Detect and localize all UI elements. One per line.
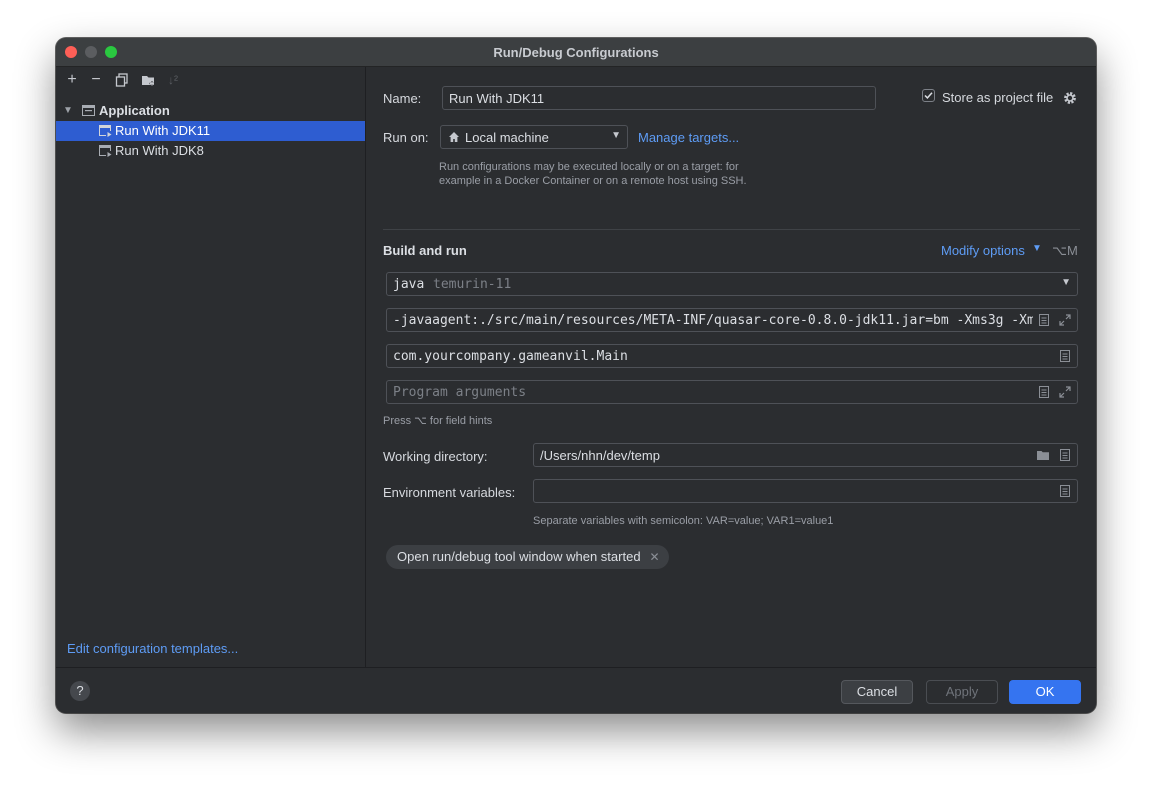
gear-icon[interactable] (1063, 91, 1077, 105)
tree-item-label: Run With JDK11 (115, 123, 211, 138)
close-icon[interactable]: ✕ (649, 545, 659, 569)
jdk-keyword: java (393, 277, 425, 292)
vm-options-value: -javaagent:./src/main/resources/META-INF… (393, 313, 1033, 328)
name-label: Name: (383, 91, 422, 106)
build-and-run-title: Build and run (383, 243, 467, 258)
run-on-note-line2: example in a Docker Container or on a re… (439, 175, 747, 187)
run-on-note-line1: Run configurations may be executed local… (439, 161, 739, 173)
title-bar: Run/Debug Configurations (56, 38, 1096, 67)
run-config-icon (99, 145, 113, 158)
program-arguments-field[interactable]: Program arguments (386, 380, 1078, 404)
open-tool-window-option-chip[interactable]: Open run/debug tool window when started … (386, 545, 669, 569)
chevron-down-icon: ▼ (611, 130, 621, 141)
environment-variables-note: Separate variables with semicolon: VAR=v… (533, 515, 834, 527)
vm-options-field[interactable]: -javaagent:./src/main/resources/META-INF… (386, 308, 1078, 332)
store-as-project-file-label[interactable]: Store as project file (942, 90, 1053, 105)
jdk-select[interactable]: java temurin-11 ▼ (386, 272, 1078, 296)
tree-item-label: Run With JDK8 (115, 143, 204, 158)
tree-group-application[interactable]: ▼ Application (56, 101, 365, 121)
name-field-value: Run With JDK11 (449, 91, 545, 106)
run-config-icon (99, 125, 113, 138)
jdk-value: temurin-11 (433, 277, 512, 292)
sort-icon[interactable]: ↓² (163, 69, 183, 91)
modify-options-link[interactable]: Modify options (941, 243, 1025, 258)
expand-icon[interactable] (1058, 385, 1072, 399)
main-class-field[interactable]: com.yourcompany.gameanvil.Main (386, 344, 1078, 368)
ok-button[interactable]: OK (1009, 680, 1081, 704)
program-arguments-placeholder: Program arguments (393, 385, 527, 400)
home-icon (449, 132, 459, 142)
working-directory-label: Working directory: (383, 449, 488, 464)
help-button[interactable]: ? (70, 681, 90, 701)
chevron-down-icon[interactable]: ▼ (63, 101, 73, 121)
cancel-button[interactable]: Cancel (841, 680, 913, 704)
dialog-title: Run/Debug Configurations (493, 45, 659, 60)
run-debug-configurations-dialog: Run/Debug Configurations + − ↓² ▼ Applic… (56, 38, 1096, 713)
document-icon[interactable] (1058, 484, 1072, 498)
copy-icon[interactable] (112, 69, 132, 91)
working-directory-field[interactable]: /Users/nhn/dev/temp (533, 443, 1078, 467)
configurations-sidebar: + − ↓² ▼ Application Run With JDK11 Run … (56, 67, 366, 667)
chevron-down-icon[interactable]: ▼ (1032, 243, 1042, 254)
edit-configuration-templates-link[interactable]: Edit configuration templates... (67, 641, 238, 656)
run-on-value: Local machine (465, 130, 549, 145)
run-on-label: Run on: (383, 130, 429, 145)
tree-item-run-with-jdk8[interactable]: Run With JDK8 (56, 141, 365, 161)
document-icon[interactable] (1037, 385, 1051, 399)
document-icon[interactable] (1037, 313, 1051, 327)
configuration-form: Name: Run With JDK11 Store as project fi… (366, 67, 1096, 667)
manage-targets-link[interactable]: Manage targets... (638, 130, 739, 145)
chevron-down-icon: ▼ (1061, 277, 1071, 288)
name-field[interactable]: Run With JDK11 (442, 86, 876, 110)
new-folder-icon[interactable] (138, 69, 158, 91)
add-icon[interactable]: + (62, 69, 82, 91)
document-icon[interactable] (1058, 349, 1072, 363)
option-chip-label: Open run/debug tool window when started (397, 549, 641, 564)
main-class-value: com.yourcompany.gameanvil.Main (393, 349, 628, 364)
folder-icon[interactable] (1036, 448, 1050, 462)
divider (383, 229, 1080, 230)
environment-variables-label: Environment variables: (383, 485, 516, 500)
tree-item-run-with-jdk11[interactable]: Run With JDK11 (56, 121, 365, 141)
expand-icon[interactable] (1058, 313, 1072, 327)
application-icon (82, 105, 95, 116)
modify-options-shortcut: ⌥M (1052, 243, 1078, 258)
remove-icon[interactable]: − (86, 69, 106, 91)
dialog-footer: ? Cancel Apply OK (56, 667, 1096, 713)
apply-button[interactable]: Apply (926, 680, 998, 704)
tree-group-label: Application (99, 103, 170, 118)
field-hints-note: Press ⌥ for field hints (383, 415, 493, 427)
environment-variables-field[interactable] (533, 479, 1078, 503)
run-on-select[interactable]: Local machine ▼ (440, 125, 628, 149)
document-icon[interactable] (1058, 448, 1072, 462)
working-directory-value: /Users/nhn/dev/temp (540, 448, 660, 463)
store-as-project-file-checkbox[interactable] (922, 89, 935, 102)
